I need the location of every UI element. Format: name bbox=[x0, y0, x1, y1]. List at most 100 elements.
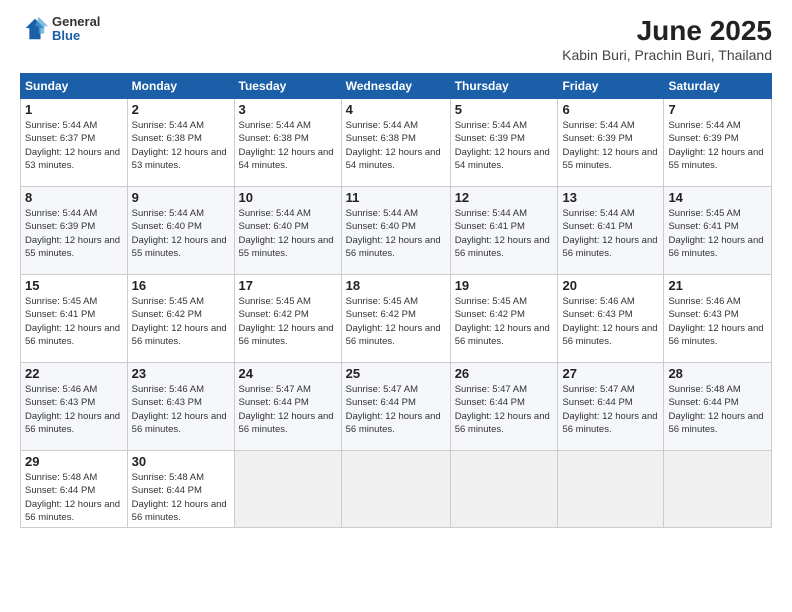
day-number: 11 bbox=[346, 190, 446, 205]
logo-text: General Blue bbox=[52, 15, 100, 44]
day-number: 25 bbox=[346, 366, 446, 381]
col-thursday: Thursday bbox=[450, 74, 558, 99]
day-cell: 17 Sunrise: 5:45 AMSunset: 6:42 PMDaylig… bbox=[234, 275, 341, 363]
day-info: Sunrise: 5:48 AMSunset: 6:44 PMDaylight:… bbox=[668, 384, 763, 435]
day-info: Sunrise: 5:45 AMSunset: 6:41 PMDaylight:… bbox=[668, 208, 763, 259]
day-info: Sunrise: 5:46 AMSunset: 6:43 PMDaylight:… bbox=[668, 296, 763, 347]
day-cell: 21 Sunrise: 5:46 AMSunset: 6:43 PMDaylig… bbox=[664, 275, 772, 363]
empty-cell bbox=[450, 451, 558, 528]
day-info: Sunrise: 5:48 AMSunset: 6:44 PMDaylight:… bbox=[25, 472, 120, 523]
col-saturday: Saturday bbox=[664, 74, 772, 99]
header: General Blue June 2025 Kabin Buri, Prach… bbox=[20, 15, 772, 63]
day-cell: 22 Sunrise: 5:46 AMSunset: 6:43 PMDaylig… bbox=[21, 363, 128, 451]
day-info: Sunrise: 5:44 AMSunset: 6:39 PMDaylight:… bbox=[455, 120, 550, 171]
logo: General Blue bbox=[20, 15, 100, 44]
day-cell: 25 Sunrise: 5:47 AMSunset: 6:44 PMDaylig… bbox=[341, 363, 450, 451]
table-row: 8 Sunrise: 5:44 AMSunset: 6:39 PMDayligh… bbox=[21, 187, 772, 275]
day-info: Sunrise: 5:44 AMSunset: 6:37 PMDaylight:… bbox=[25, 120, 120, 171]
logo-icon bbox=[20, 15, 48, 43]
calendar-page: General Blue June 2025 Kabin Buri, Prach… bbox=[0, 0, 792, 612]
day-number: 20 bbox=[562, 278, 659, 293]
day-cell: 30 Sunrise: 5:48 AMSunset: 6:44 PMDaylig… bbox=[127, 451, 234, 528]
day-info: Sunrise: 5:47 AMSunset: 6:44 PMDaylight:… bbox=[562, 384, 657, 435]
day-number: 1 bbox=[25, 102, 123, 117]
table-row: 22 Sunrise: 5:46 AMSunset: 6:43 PMDaylig… bbox=[21, 363, 772, 451]
day-cell: 9 Sunrise: 5:44 AMSunset: 6:40 PMDayligh… bbox=[127, 187, 234, 275]
day-cell: 26 Sunrise: 5:47 AMSunset: 6:44 PMDaylig… bbox=[450, 363, 558, 451]
day-number: 5 bbox=[455, 102, 554, 117]
day-cell: 10 Sunrise: 5:44 AMSunset: 6:40 PMDaylig… bbox=[234, 187, 341, 275]
day-number: 12 bbox=[455, 190, 554, 205]
day-cell: 20 Sunrise: 5:46 AMSunset: 6:43 PMDaylig… bbox=[558, 275, 664, 363]
day-info: Sunrise: 5:44 AMSunset: 6:39 PMDaylight:… bbox=[25, 208, 120, 259]
col-tuesday: Tuesday bbox=[234, 74, 341, 99]
day-cell: 11 Sunrise: 5:44 AMSunset: 6:40 PMDaylig… bbox=[341, 187, 450, 275]
day-cell: 7 Sunrise: 5:44 AMSunset: 6:39 PMDayligh… bbox=[664, 99, 772, 187]
day-number: 23 bbox=[132, 366, 230, 381]
day-info: Sunrise: 5:44 AMSunset: 6:38 PMDaylight:… bbox=[132, 120, 227, 171]
day-info: Sunrise: 5:46 AMSunset: 6:43 PMDaylight:… bbox=[132, 384, 227, 435]
day-cell: 5 Sunrise: 5:44 AMSunset: 6:39 PMDayligh… bbox=[450, 99, 558, 187]
day-info: Sunrise: 5:44 AMSunset: 6:38 PMDaylight:… bbox=[346, 120, 441, 171]
day-cell: 16 Sunrise: 5:45 AMSunset: 6:42 PMDaylig… bbox=[127, 275, 234, 363]
day-number: 16 bbox=[132, 278, 230, 293]
day-info: Sunrise: 5:44 AMSunset: 6:39 PMDaylight:… bbox=[668, 120, 763, 171]
empty-cell bbox=[664, 451, 772, 528]
day-number: 22 bbox=[25, 366, 123, 381]
day-info: Sunrise: 5:47 AMSunset: 6:44 PMDaylight:… bbox=[346, 384, 441, 435]
day-info: Sunrise: 5:44 AMSunset: 6:41 PMDaylight:… bbox=[455, 208, 550, 259]
day-number: 6 bbox=[562, 102, 659, 117]
day-cell: 13 Sunrise: 5:44 AMSunset: 6:41 PMDaylig… bbox=[558, 187, 664, 275]
day-number: 2 bbox=[132, 102, 230, 117]
day-number: 29 bbox=[25, 454, 123, 469]
day-cell: 1 Sunrise: 5:44 AMSunset: 6:37 PMDayligh… bbox=[21, 99, 128, 187]
day-info: Sunrise: 5:45 AMSunset: 6:42 PMDaylight:… bbox=[239, 296, 334, 347]
logo-blue-text: Blue bbox=[52, 29, 100, 43]
day-number: 27 bbox=[562, 366, 659, 381]
day-info: Sunrise: 5:46 AMSunset: 6:43 PMDaylight:… bbox=[562, 296, 657, 347]
col-wednesday: Wednesday bbox=[341, 74, 450, 99]
table-row: 15 Sunrise: 5:45 AMSunset: 6:41 PMDaylig… bbox=[21, 275, 772, 363]
subtitle: Kabin Buri, Prachin Buri, Thailand bbox=[562, 47, 772, 63]
day-number: 3 bbox=[239, 102, 337, 117]
day-info: Sunrise: 5:44 AMSunset: 6:39 PMDaylight:… bbox=[562, 120, 657, 171]
day-number: 13 bbox=[562, 190, 659, 205]
day-cell: 14 Sunrise: 5:45 AMSunset: 6:41 PMDaylig… bbox=[664, 187, 772, 275]
day-cell: 18 Sunrise: 5:45 AMSunset: 6:42 PMDaylig… bbox=[341, 275, 450, 363]
calendar-table: Sunday Monday Tuesday Wednesday Thursday… bbox=[20, 73, 772, 528]
title-block: June 2025 Kabin Buri, Prachin Buri, Thai… bbox=[562, 15, 772, 63]
day-info: Sunrise: 5:44 AMSunset: 6:41 PMDaylight:… bbox=[562, 208, 657, 259]
day-info: Sunrise: 5:45 AMSunset: 6:42 PMDaylight:… bbox=[455, 296, 550, 347]
empty-cell bbox=[341, 451, 450, 528]
day-cell: 4 Sunrise: 5:44 AMSunset: 6:38 PMDayligh… bbox=[341, 99, 450, 187]
day-info: Sunrise: 5:45 AMSunset: 6:42 PMDaylight:… bbox=[346, 296, 441, 347]
day-info: Sunrise: 5:44 AMSunset: 6:40 PMDaylight:… bbox=[346, 208, 441, 259]
day-cell: 12 Sunrise: 5:44 AMSunset: 6:41 PMDaylig… bbox=[450, 187, 558, 275]
day-info: Sunrise: 5:44 AMSunset: 6:40 PMDaylight:… bbox=[132, 208, 227, 259]
day-number: 28 bbox=[668, 366, 767, 381]
day-info: Sunrise: 5:45 AMSunset: 6:42 PMDaylight:… bbox=[132, 296, 227, 347]
day-cell: 15 Sunrise: 5:45 AMSunset: 6:41 PMDaylig… bbox=[21, 275, 128, 363]
calendar-header-row: Sunday Monday Tuesday Wednesday Thursday… bbox=[21, 74, 772, 99]
day-cell: 19 Sunrise: 5:45 AMSunset: 6:42 PMDaylig… bbox=[450, 275, 558, 363]
day-info: Sunrise: 5:47 AMSunset: 6:44 PMDaylight:… bbox=[455, 384, 550, 435]
day-number: 9 bbox=[132, 190, 230, 205]
day-cell: 6 Sunrise: 5:44 AMSunset: 6:39 PMDayligh… bbox=[558, 99, 664, 187]
table-row: 29 Sunrise: 5:48 AMSunset: 6:44 PMDaylig… bbox=[21, 451, 772, 528]
day-cell: 24 Sunrise: 5:47 AMSunset: 6:44 PMDaylig… bbox=[234, 363, 341, 451]
day-number: 18 bbox=[346, 278, 446, 293]
day-number: 21 bbox=[668, 278, 767, 293]
day-number: 7 bbox=[668, 102, 767, 117]
day-number: 17 bbox=[239, 278, 337, 293]
day-info: Sunrise: 5:45 AMSunset: 6:41 PMDaylight:… bbox=[25, 296, 120, 347]
day-cell: 29 Sunrise: 5:48 AMSunset: 6:44 PMDaylig… bbox=[21, 451, 128, 528]
day-number: 10 bbox=[239, 190, 337, 205]
day-info: Sunrise: 5:47 AMSunset: 6:44 PMDaylight:… bbox=[239, 384, 334, 435]
day-number: 14 bbox=[668, 190, 767, 205]
empty-cell bbox=[558, 451, 664, 528]
day-number: 26 bbox=[455, 366, 554, 381]
day-cell: 23 Sunrise: 5:46 AMSunset: 6:43 PMDaylig… bbox=[127, 363, 234, 451]
col-monday: Monday bbox=[127, 74, 234, 99]
col-friday: Friday bbox=[558, 74, 664, 99]
day-number: 30 bbox=[132, 454, 230, 469]
